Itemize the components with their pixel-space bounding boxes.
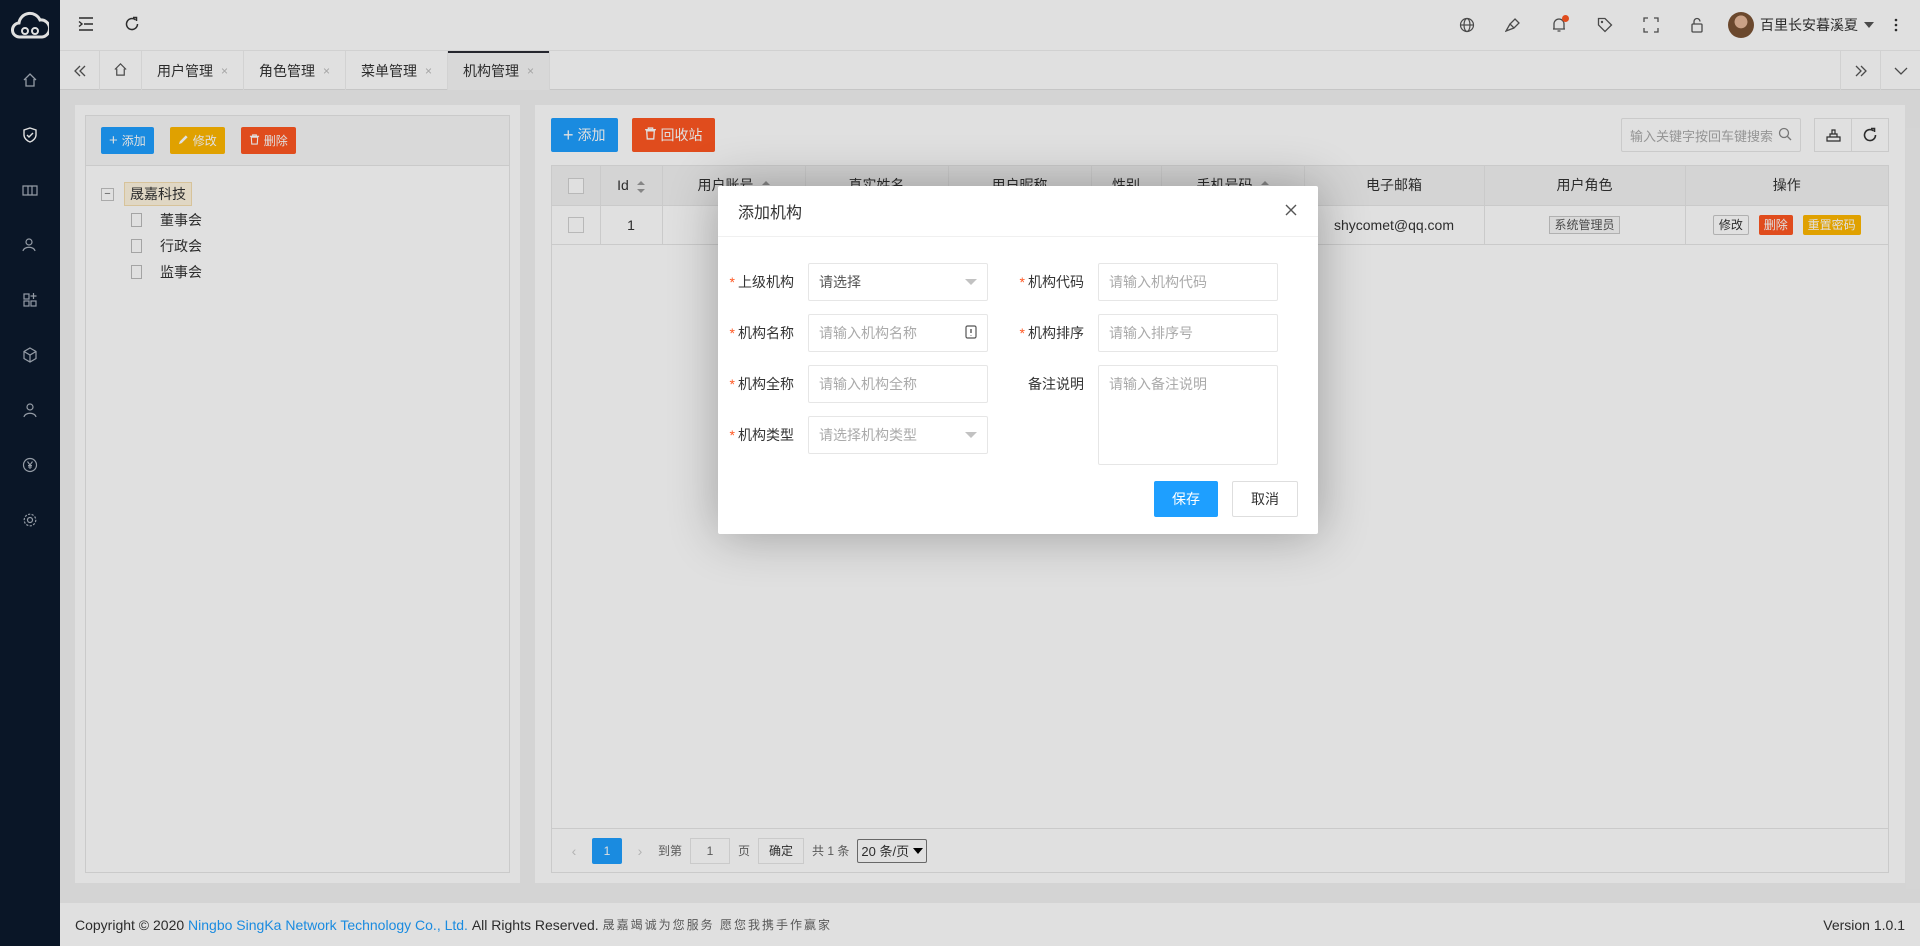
parent-org-select[interactable]: 请选择 (808, 263, 988, 301)
field-label: 机构代码 (1028, 274, 1084, 290)
remark-textarea[interactable]: 请输入备注说明 (1098, 365, 1278, 465)
close-icon[interactable] (1284, 200, 1298, 223)
field-label: 上级机构 (738, 274, 794, 290)
org-code-row: * 机构代码 请输入机构代码 (1008, 263, 1278, 301)
org-fullname-input[interactable]: 请输入机构全称 (808, 365, 988, 403)
org-fullname-row: * 机构全称 请输入机构全称 (718, 365, 988, 403)
parent-org-row: * 上级机构 请选择 (718, 263, 988, 301)
org-name-row: * 机构名称 请输入机构名称 (718, 314, 988, 352)
org-sort-input[interactable]: 请输入排序号 (1098, 314, 1278, 352)
info-icon (965, 324, 977, 342)
field-label: 备注说明 (1028, 376, 1084, 392)
field-label: 机构排序 (1028, 325, 1084, 341)
field-label: 机构类型 (738, 427, 794, 443)
dropdown-arrow-icon (965, 432, 977, 438)
save-button[interactable]: 保存 (1154, 481, 1218, 517)
add-org-dialog: 添加机构 * 上级机构 请选择 * 机构名称 请输入机构名称 * 机构全称 请输入机构… (718, 186, 1318, 534)
org-code-input[interactable]: 请输入机构代码 (1098, 263, 1278, 301)
dialog-title: 添加机构 (738, 205, 803, 222)
field-label: 机构名称 (738, 325, 794, 341)
org-type-row: * 机构类型 请选择机构类型 (718, 416, 988, 454)
dropdown-arrow-icon (965, 279, 977, 285)
org-name-input[interactable]: 请输入机构名称 (808, 314, 988, 352)
remark-row: 备注说明 请输入备注说明 (1008, 365, 1278, 465)
org-sort-row: * 机构排序 请输入排序号 (1008, 314, 1278, 352)
org-type-select[interactable]: 请选择机构类型 (808, 416, 988, 454)
cancel-button[interactable]: 取消 (1232, 481, 1298, 517)
field-label: 机构全称 (738, 376, 794, 392)
